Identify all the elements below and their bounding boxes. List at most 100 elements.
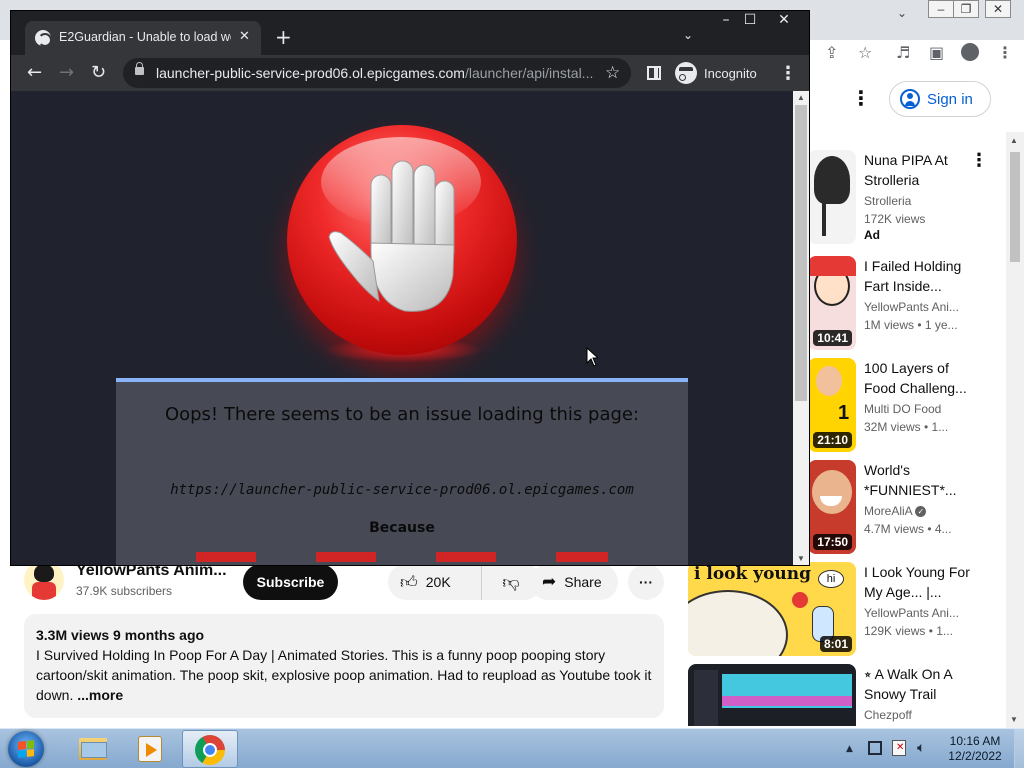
because-label: Because <box>369 520 435 536</box>
channel-name[interactable]: YellowPants Ani... <box>864 298 984 316</box>
description-text: I Survived Holding In Poop For A Day | A… <box>36 645 652 705</box>
description-stats: 3.3M views 9 months ago <box>36 627 205 643</box>
tab-title: E2Guardian - Unable to load web <box>59 30 231 44</box>
error-message-panel: Oops! There seems to be an issue loading… <box>116 378 688 565</box>
error-heading: Oops! There seems to be an issue loading… <box>164 404 640 425</box>
video-title[interactable]: I Look Young For My Age... |... <box>864 562 984 602</box>
video-title[interactable]: ⭒ A Walk On A Snowy Trail <box>864 664 984 704</box>
address-bar[interactable]: launcher-public-service-prod06.ol.epicga… <box>123 58 631 88</box>
show-hidden-icons-icon[interactable]: ▲ <box>846 744 853 754</box>
clock-time: 10:16 AM <box>949 734 1001 748</box>
media-player-icon <box>138 736 162 762</box>
restore-icon[interactable]: ❐ <box>953 0 979 18</box>
url-text[interactable]: launcher-public-service-prod06.ol.epicga… <box>156 65 596 81</box>
subscribe-button[interactable]: Subscribe <box>243 564 338 600</box>
clock-date: 12/2/2022 <box>948 749 1002 763</box>
browser-tab[interactable]: E2Guardian - Unable to load web ✕ <box>25 21 261 55</box>
scroll-down-icon[interactable]: ▼ <box>1010 715 1018 724</box>
incognito-label: Incognito <box>704 65 757 81</box>
start-button[interactable] <box>8 731 44 767</box>
chrome-icon <box>195 735 225 765</box>
show-desktop-button[interactable] <box>1014 729 1024 768</box>
close-icon[interactable]: ✕ <box>770 11 798 29</box>
network-icon[interactable] <box>868 741 882 755</box>
chevron-down-icon[interactable]: ⌄ <box>897 6 907 20</box>
channel-name-text: MoreAliA <box>864 504 913 518</box>
media-control-icon[interactable]: ♬ <box>896 43 910 62</box>
channel-name[interactable]: Multi DO Food <box>864 400 984 418</box>
scrollbar-thumb[interactable] <box>1010 152 1020 262</box>
channel-name[interactable]: MoreAliA ✓ <box>864 502 984 520</box>
video-thumbnail[interactable] <box>688 664 856 726</box>
page-scrollbar[interactable]: ▲ ▼ <box>1006 132 1024 728</box>
new-tab-icon[interactable]: + <box>275 25 292 49</box>
browser-menu-icon[interactable]: ⋮ <box>779 63 797 84</box>
channel-avatar[interactable] <box>24 560 64 600</box>
video-thumbnail[interactable]: i look young hi 8:01 <box>688 562 856 656</box>
share-icon[interactable]: ⇪ <box>825 43 838 62</box>
more-icon: ··· <box>639 574 653 590</box>
globe-icon <box>35 30 52 47</box>
share-button[interactable]: ➦ Share <box>530 564 618 600</box>
lock-icon[interactable] <box>135 62 144 75</box>
popup-scrollbar[interactable]: ▲ ▼ <box>793 91 809 565</box>
tab-search-chevron-icon[interactable]: ⌄ <box>683 28 693 42</box>
channel-name[interactable]: YellowPants Ani... <box>864 604 984 622</box>
like-button[interactable]: 👍︎ 20K <box>388 564 482 600</box>
verified-icon: ✓ <box>915 506 927 518</box>
taskbar-media-player[interactable] <box>120 730 176 768</box>
folder-icon <box>79 738 107 760</box>
action-center-flag-icon[interactable] <box>892 740 906 756</box>
share-label: Share <box>564 574 602 590</box>
more-actions-button[interactable]: ··· <box>628 564 664 600</box>
scroll-up-icon[interactable]: ▲ <box>1010 136 1018 145</box>
sign-in-button[interactable]: Sign in <box>889 81 991 117</box>
view-count: 4.7M views • 4... <box>864 522 952 536</box>
recommendation-item[interactable]: ⭒ A Walk On A Snowy Trail Chezpoff <box>688 664 1006 726</box>
reload-icon[interactable]: ↻ <box>91 62 106 83</box>
incognito-indicator[interactable]: Incognito <box>675 59 757 87</box>
bookmark-star-icon[interactable]: ☆ <box>858 43 872 62</box>
forward-arrow-icon[interactable]: → <box>59 62 74 83</box>
side-panel-icon[interactable] <box>647 66 661 80</box>
windows-logo-icon <box>18 740 34 758</box>
system-clock[interactable]: 10:16 AM 12/2/2022 <box>940 734 1010 764</box>
video-title[interactable]: Nuna PIPA At Strolleria <box>864 150 984 190</box>
video-title[interactable]: World's *FUNNIEST*... <box>864 460 984 500</box>
close-icon[interactable]: ✕ <box>985 0 1011 18</box>
side-panel-icon[interactable]: ▣ <box>929 43 944 62</box>
scroll-up-icon[interactable]: ▲ <box>797 93 805 102</box>
recommendation-info: 100 Layers of Food Challeng... Multi DO … <box>864 358 984 436</box>
video-description[interactable]: 3.3M views 9 months ago I Survived Holdi… <box>24 614 664 718</box>
channel-name[interactable]: Chezpoff <box>864 706 984 724</box>
recommendation-info: Nuna PIPA At Strolleria Strolleria 172K … <box>864 150 984 242</box>
browser-menu-icon[interactable]: ⋮ <box>997 43 1013 62</box>
profile-avatar[interactable] <box>961 43 979 61</box>
settings-kebab-icon[interactable]: ⋮ <box>851 86 871 110</box>
recommendation-item[interactable]: i look young hi 8:01 I Look Young For My… <box>688 562 1006 658</box>
video-thumbnail[interactable]: 1 21:10 <box>808 358 856 452</box>
bookmark-star-icon[interactable]: ☆ <box>605 63 620 83</box>
channel-name[interactable]: Strolleria <box>864 192 984 210</box>
back-arrow-icon[interactable]: ← <box>27 62 42 83</box>
video-thumbnail[interactable]: 10:41 <box>808 256 856 350</box>
scrollbar-thumb[interactable] <box>795 105 807 401</box>
video-thumbnail[interactable]: 17:50 <box>808 460 856 554</box>
maximize-icon[interactable]: ☐ <box>736 11 764 29</box>
taskbar-chrome[interactable] <box>182 730 238 768</box>
blocked-page-content: Oops! There seems to be an issue loading… <box>11 91 793 565</box>
blocked-url: https://launcher-public-service-prod06.o… <box>170 482 634 498</box>
subscriber-count: 37.9K subscribers <box>76 584 173 598</box>
video-thumbnail[interactable] <box>808 150 856 244</box>
taskbar-explorer[interactable] <box>62 730 118 768</box>
video-title[interactable]: I Failed Holding Fart Inside... <box>864 256 984 296</box>
minimize-icon[interactable]: – <box>928 0 954 18</box>
video-title[interactable]: 100 Layers of Food Challeng... <box>864 358 984 398</box>
scroll-down-icon[interactable]: ▼ <box>797 554 805 563</box>
volume-icon[interactable]: 🔈︎ <box>917 740 925 756</box>
video-menu-icon[interactable]: ⋮ <box>970 150 988 171</box>
account-icon <box>900 89 920 109</box>
description-more-link[interactable]: ...more <box>73 687 123 703</box>
tab-close-icon[interactable]: ✕ <box>239 29 250 44</box>
url-host: launcher-public-service-prod06.ol.epicga… <box>156 65 465 81</box>
